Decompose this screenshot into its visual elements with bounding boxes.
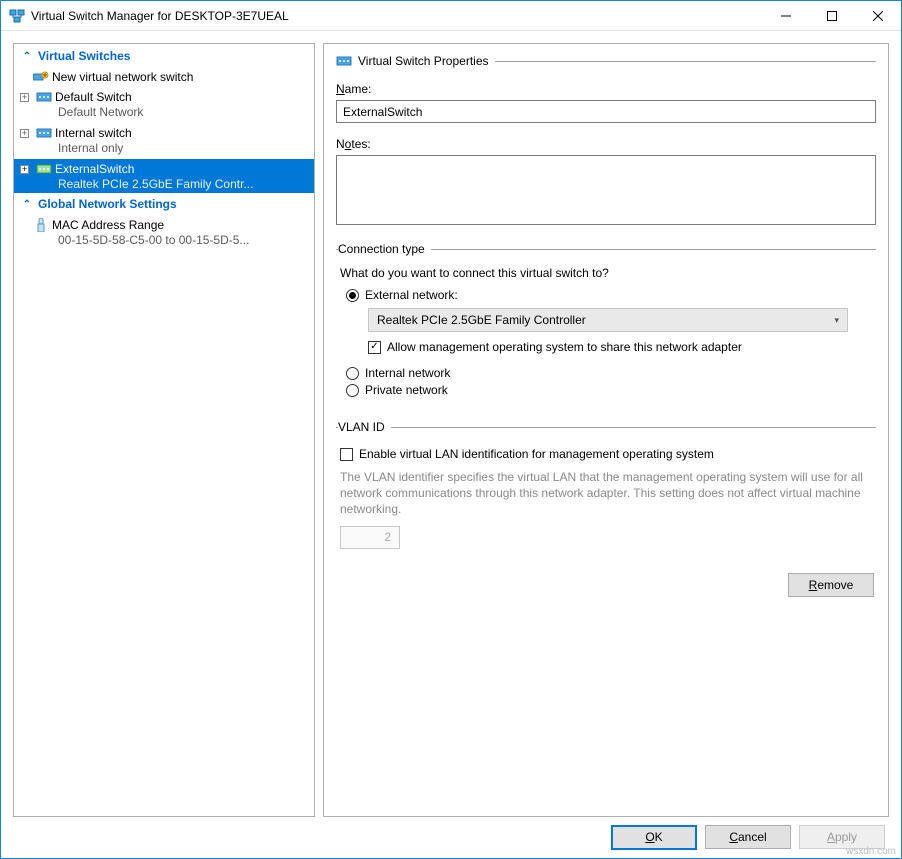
tree-item-sublabel: Default Network [14, 105, 314, 121]
radio-private-network[interactable] [346, 384, 359, 397]
connection-type-question: What do you want to connect this virtual… [340, 266, 874, 280]
tree-item-label: ExternalSwitch [55, 162, 134, 176]
connection-type-legend: Connection type [338, 242, 431, 256]
tree-item-label: Internal switch [55, 126, 132, 140]
minimize-button[interactable] [763, 1, 809, 30]
properties-title: Virtual Switch Properties [358, 54, 489, 68]
properties-header: Virtual Switch Properties [336, 54, 876, 68]
radio-external-network-row[interactable]: External network: [346, 288, 874, 302]
expand-icon[interactable]: + [20, 129, 29, 138]
tree-item-sublabel: Realtek PCIe 2.5GbE Family Contr... [14, 177, 314, 193]
properties-panel: Virtual Switch Properties Name: Notes: C… [323, 43, 889, 817]
vlan-id-input: 2 [340, 526, 400, 549]
connection-type-group: Connection type What do you want to conn… [336, 242, 876, 406]
radio-label: Internal network [365, 366, 450, 380]
switch-icon [35, 164, 53, 174]
tree-item-sublabel: 00-15-5D-58-C5-00 to 00-15-5D-5... [14, 233, 314, 249]
switch-icon [35, 92, 53, 102]
vlan-group: VLAN ID Enable virtual LAN identificatio… [336, 420, 876, 555]
tree-item-label: MAC Address Range [52, 218, 164, 232]
notes-textarea[interactable] [336, 155, 876, 225]
radio-label: External network: [365, 288, 458, 302]
header-divider [495, 61, 877, 62]
tree-item-label: New virtual network switch [52, 70, 193, 84]
tree-section-label: Global Network Settings [38, 197, 177, 211]
expand-icon[interactable]: + [20, 93, 29, 102]
dialog-footer: OK Cancel Apply [1, 817, 901, 857]
radio-external-network[interactable] [346, 289, 359, 302]
checkbox-allow-mgmt-row[interactable]: Allow management operating system to sha… [368, 340, 874, 354]
tree-item-internal-switch[interactable]: + Internal switch Internal only [14, 122, 314, 158]
chevron-down-icon: ▾ [834, 315, 839, 326]
chevron-up-icon: ⌃ [20, 51, 34, 62]
checkbox-enable-vlan[interactable] [340, 448, 353, 461]
checkbox-enable-vlan-row[interactable]: Enable virtual LAN identification for ma… [340, 447, 874, 461]
expand-icon[interactable]: + [20, 165, 29, 174]
tree-section-label: Virtual Switches [38, 49, 130, 63]
tree-item-external-switch[interactable]: + ExternalSwitch Realtek PCIe 2.5GbE Fam… [14, 158, 314, 194]
tree-item-label: Default Switch [55, 90, 132, 104]
radio-internal-network-row[interactable]: Internal network [346, 366, 874, 380]
maximize-button[interactable] [809, 1, 855, 30]
adapter-selected-value: Realtek PCIe 2.5GbE Family Controller [377, 313, 586, 327]
remove-button[interactable]: Remove [788, 573, 874, 597]
name-input[interactable] [336, 100, 876, 123]
adapter-select[interactable]: Realtek PCIe 2.5GbE Family Controller ▾ [368, 308, 848, 332]
mac-range-icon [32, 218, 50, 232]
app-icon [9, 8, 25, 24]
radio-internal-network[interactable] [346, 367, 359, 380]
tree-item-new-switch[interactable]: New virtual network switch [14, 66, 314, 86]
tree-panel: ⌃ Virtual Switches New virtual network s… [13, 43, 315, 817]
name-label: Name: [336, 82, 371, 96]
titlebar: Virtual Switch Manager for DESKTOP-3E7UE… [1, 1, 901, 31]
switch-icon [35, 128, 53, 138]
tree-section-global-settings[interactable]: ⌃ Global Network Settings [14, 194, 314, 214]
new-switch-icon [32, 71, 50, 83]
checkbox-label: Allow management operating system to sha… [387, 340, 742, 354]
notes-label: Notes: [336, 137, 371, 151]
vlan-help-text: The VLAN identifier specifies the virtua… [340, 469, 872, 518]
close-button[interactable] [855, 1, 901, 30]
ok-button[interactable]: OK [611, 825, 697, 850]
switch-icon [336, 56, 352, 66]
checkbox-allow-mgmt[interactable] [368, 341, 381, 354]
radio-label: Private network [365, 383, 448, 397]
client-area: ⌃ Virtual Switches New virtual network s… [1, 31, 901, 817]
vlan-legend: VLAN ID [338, 420, 391, 434]
cancel-button[interactable]: Cancel [705, 825, 791, 849]
tree-section-virtual-switches[interactable]: ⌃ Virtual Switches [14, 46, 314, 66]
checkbox-label: Enable virtual LAN identification for ma… [359, 447, 714, 461]
tree-item-mac-range[interactable]: MAC Address Range 00-15-5D-58-C5-00 to 0… [14, 214, 314, 250]
tree-item-sublabel: Internal only [14, 141, 314, 157]
radio-private-network-row[interactable]: Private network [346, 383, 874, 397]
tree-item-default-switch[interactable]: + Default Switch Default Network [14, 86, 314, 122]
chevron-up-icon: ⌃ [20, 199, 34, 210]
window-title: Virtual Switch Manager for DESKTOP-3E7UE… [31, 9, 763, 23]
watermark: wsxdn.com [846, 846, 896, 857]
